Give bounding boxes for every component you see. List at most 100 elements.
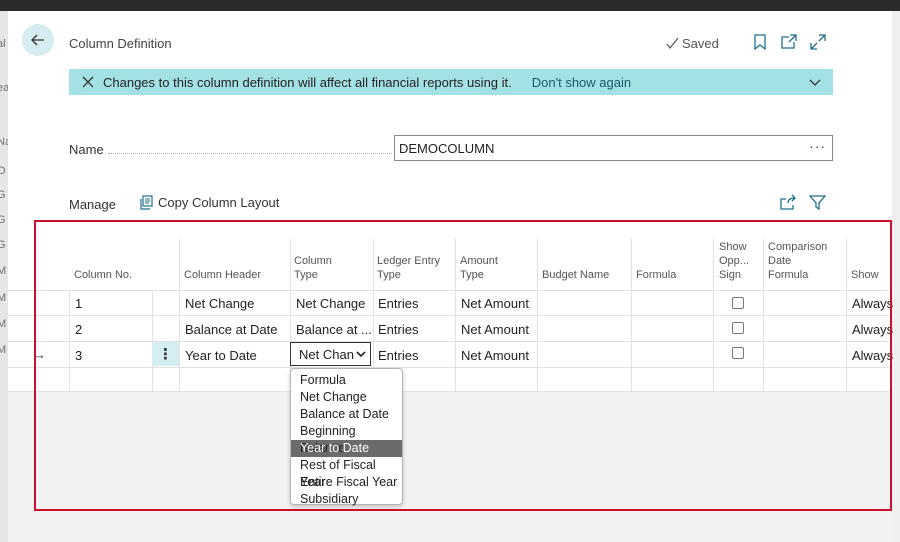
expand-icon <box>810 34 826 50</box>
cell-column-no[interactable]: 3 <box>75 348 82 363</box>
show-opp-sign-checkbox[interactable] <box>732 297 744 309</box>
background-fragment: G <box>0 214 6 226</box>
page-title: Column Definition <box>69 36 172 51</box>
header-line: Comparison <box>768 241 828 253</box>
check-icon <box>666 37 679 49</box>
background-right-strip <box>892 11 900 542</box>
header-line: Type <box>377 269 401 281</box>
background-fragment: ea <box>0 82 8 94</box>
grid-divider <box>8 367 892 368</box>
cell-ledger-entry-type[interactable]: Entries <box>378 348 418 363</box>
dropdown-option[interactable]: Net Change <box>291 389 402 406</box>
manage-menu[interactable]: Manage <box>69 197 116 212</box>
copy-icon <box>140 195 153 210</box>
column-type-value: Net Chan <box>299 347 354 362</box>
header-line: Amount <box>460 255 498 267</box>
background-page-strip: al ea Na O G G G M M M M <box>0 11 8 542</box>
dropdown-option[interactable]: Beginning Balance <box>291 423 402 455</box>
header-amount-type[interactable]: Amount Type <box>460 254 498 282</box>
header-column-header[interactable]: Column Header <box>184 268 261 282</box>
cell-column-header[interactable]: Net Change <box>185 296 254 311</box>
lines-grid <box>8 225 892 542</box>
bookmark-icon <box>754 34 766 51</box>
grid-divider <box>8 290 892 291</box>
header-show-opp-sign[interactable]: Show Opp... Sign <box>719 240 749 282</box>
header-line: Type <box>460 269 484 281</box>
filter-icon <box>808 195 827 211</box>
chevron-down-icon[interactable] <box>809 76 821 88</box>
cell-amount-type[interactable]: Net Amount <box>461 296 529 311</box>
background-fragment: al <box>0 38 6 50</box>
cell-show[interactable]: Always <box>852 348 893 363</box>
close-icon[interactable] <box>81 75 95 89</box>
grid-divider <box>8 391 892 392</box>
dropdown-option[interactable]: Subsidiary <box>291 491 402 508</box>
dropdown-option[interactable]: Entire Fiscal Year <box>291 474 402 491</box>
background-fragment: M <box>0 265 7 277</box>
cell-column-type[interactable]: Net Change <box>296 296 365 311</box>
header-comparison-date-formula[interactable]: Comparison Date Formula <box>768 240 827 282</box>
cell-show[interactable]: Always <box>852 322 893 337</box>
cell-amount-type[interactable]: Net Amount <box>461 348 529 363</box>
show-opp-sign-checkbox[interactable] <box>732 347 744 359</box>
share-button[interactable] <box>779 194 797 212</box>
dropdown-option[interactable]: Rest of Fiscal Year <box>291 457 402 489</box>
copy-column-layout-button[interactable]: Copy Column Layout <box>139 195 279 210</box>
header-formula[interactable]: Formula <box>636 268 676 282</box>
header-line: Formula <box>768 269 809 281</box>
back-arrow-icon <box>31 34 44 46</box>
dropdown-option[interactable]: Formula <box>291 372 402 389</box>
cell-show[interactable]: Always <box>852 296 893 311</box>
header-line: Column <box>294 255 332 267</box>
back-button[interactable] <box>22 24 54 56</box>
column-type-select[interactable]: Net Chan <box>290 342 371 366</box>
cell-column-header[interactable]: Balance at Date <box>185 322 278 337</box>
cell-column-no[interactable]: 2 <box>75 322 82 337</box>
header-line: Show <box>719 241 747 253</box>
background-fragment: M <box>0 318 7 330</box>
header-line: Type <box>294 269 318 281</box>
filter-button[interactable] <box>808 194 827 212</box>
header-line: Date <box>768 255 792 267</box>
background-fragment: O <box>0 165 6 177</box>
dropdown-option[interactable]: Balance at Date <box>291 406 402 423</box>
row-actions-button[interactable]: ⋮ <box>152 342 179 366</box>
cell-column-header[interactable]: Year to Date <box>185 348 257 363</box>
background-fragment: M <box>0 292 7 304</box>
cell-ledger-entry-type[interactable]: Entries <box>378 296 418 311</box>
header-show[interactable]: Show <box>851 268 879 282</box>
name-field[interactable]: DEMOCOLUMN ··· <box>394 135 833 161</box>
header-budget-name[interactable]: Budget Name <box>542 268 609 282</box>
header-line: Opp... <box>719 255 749 267</box>
saved-status: Saved <box>666 36 719 51</box>
cell-column-type[interactable]: Balance at ... <box>296 322 372 337</box>
name-label: Name <box>69 142 104 157</box>
cell-column-no[interactable]: 1 <box>75 296 82 311</box>
cell-amount-type[interactable]: Net Amount <box>461 322 529 337</box>
cell-ledger-entry-type[interactable]: Entries <box>378 322 418 337</box>
header-line: Ledger Entry <box>377 255 440 267</box>
more-options-button[interactable]: ··· <box>809 138 826 154</box>
header-column-no[interactable]: Column No. <box>74 268 132 282</box>
saved-label: Saved <box>682 36 719 51</box>
chevron-down-icon <box>356 351 366 358</box>
share-icon <box>780 194 796 210</box>
dropdown-option-selected[interactable]: Year to Date <box>291 440 402 457</box>
bookmark-button[interactable] <box>751 33 769 51</box>
open-new-window-button[interactable] <box>780 33 798 51</box>
name-leader-dots <box>108 153 392 154</box>
background-fragment: M <box>0 344 7 356</box>
header-column-type[interactable]: Column Type <box>294 254 332 282</box>
background-fragment: G <box>0 239 6 251</box>
banner-message: Changes to this column definition will a… <box>103 74 512 90</box>
column-type-dropdown: Formula Net Change Balance at Date Begin… <box>290 368 403 508</box>
column-definition-page: Column Definition Saved Changes to this … <box>8 11 893 542</box>
show-opp-sign-checkbox[interactable] <box>732 322 744 334</box>
header-ledger-entry-type[interactable]: Ledger Entry Type <box>377 254 440 282</box>
grid-divider <box>8 341 892 342</box>
name-value: DEMOCOLUMN <box>399 141 495 156</box>
background-fragment: G <box>0 189 6 201</box>
dont-show-again-link[interactable]: Don't show again <box>532 75 631 90</box>
top-bar <box>0 0 900 11</box>
expand-button[interactable] <box>809 33 827 51</box>
